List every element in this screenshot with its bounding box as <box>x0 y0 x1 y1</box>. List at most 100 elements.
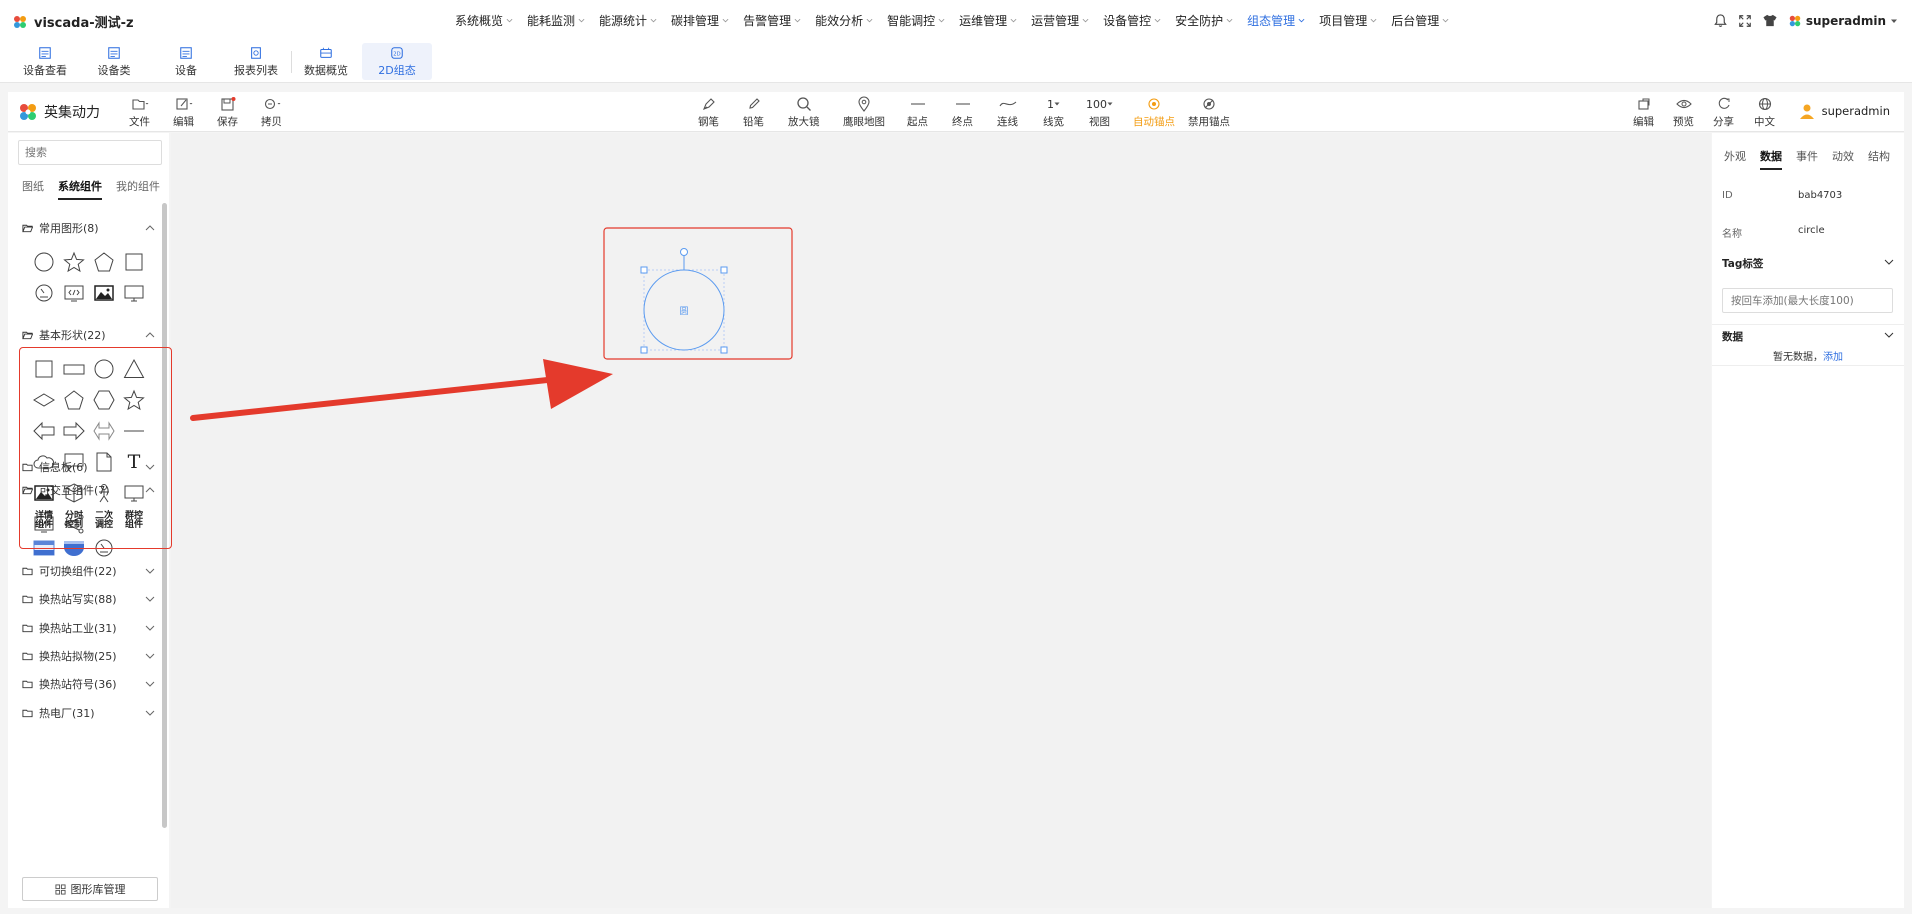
group-mimic[interactable]: 换热站拟物(25) <box>8 645 169 667</box>
tab-appearance[interactable]: 外观 <box>1724 148 1746 170</box>
shape-double-arrow[interactable] <box>89 415 119 446</box>
module-device[interactable]: 设备 <box>158 43 214 80</box>
view-zoom-tool[interactable]: 100 视图 <box>1086 96 1113 129</box>
nav-item-carbon[interactable]: 碳排管理 <box>664 12 736 29</box>
start-point-tool[interactable]: 起点 <box>907 96 928 129</box>
comp-detail[interactable]: 详情组件 <box>29 507 59 535</box>
disable-anchor-tool[interactable]: 禁用锚点 <box>1188 96 1230 129</box>
preview-button[interactable]: 预览 <box>1673 96 1694 129</box>
comp-gauge[interactable] <box>89 535 119 561</box>
tab-events[interactable]: 事件 <box>1796 148 1818 170</box>
tag-section-header[interactable]: Tag标签 <box>1722 256 1898 271</box>
comp-timeshare[interactable]: 分时控制 <box>59 507 89 535</box>
module-data-overview[interactable]: 数据概览 <box>298 43 354 80</box>
copy-menu-button[interactable]: 拷贝 <box>261 96 282 129</box>
group-switchable[interactable]: 可切换组件(22) <box>8 560 169 582</box>
language-button[interactable]: 中文 <box>1754 96 1775 129</box>
group-info-board[interactable]: 信息板(6) <box>8 456 169 478</box>
tab-structure[interactable]: 结构 <box>1868 148 1890 170</box>
nav-item-admin[interactable]: 后台管理 <box>1384 12 1456 29</box>
connect-line-tool[interactable]: 连线 <box>997 96 1018 129</box>
resize-handle-bl[interactable] <box>640 346 648 354</box>
comp-bowl-panel[interactable] <box>59 535 89 561</box>
nav-item-alarm[interactable]: 告警管理 <box>736 12 808 29</box>
group-interactive[interactable]: 可交互组件(7) <box>8 479 169 501</box>
nav-item-operation[interactable]: 运营管理 <box>1024 12 1096 29</box>
auto-anchor-tool[interactable]: 自动锚点 <box>1133 96 1175 129</box>
nav-item-control[interactable]: 智能调控 <box>880 12 952 29</box>
theme-shirt-icon[interactable] <box>1762 13 1778 28</box>
resize-handle-tl[interactable] <box>640 266 648 274</box>
edit-menu-button[interactable]: 编辑 <box>173 96 194 129</box>
module-device-view[interactable]: 设备查看 <box>14 43 76 80</box>
save-button[interactable]: 保存 <box>217 96 238 129</box>
shape-pentagon[interactable] <box>89 246 119 277</box>
data-section-header[interactable]: 数据 <box>1722 329 1898 344</box>
selected-circle-object[interactable]: 圆 <box>640 248 728 354</box>
magnifier-tool[interactable]: 放大镜 <box>788 96 820 129</box>
shape-hexagon[interactable] <box>89 384 119 415</box>
shape-image[interactable] <box>89 277 119 308</box>
shape-gauge[interactable] <box>29 277 59 308</box>
shape-star-basic[interactable] <box>119 384 149 415</box>
library-manage-button[interactable]: 图形库管理 <box>22 877 158 901</box>
panel-scrollbar[interactable] <box>162 203 167 828</box>
nav-item-project[interactable]: 项目管理 <box>1312 12 1384 29</box>
module-2d-config[interactable]: 2D 2D组态 <box>362 43 432 80</box>
eagle-eye-map-tool[interactable]: 鹰眼地图 <box>843 96 885 129</box>
comp-blue-panel[interactable] <box>29 535 59 561</box>
tab-drawings[interactable]: 图纸 <box>22 178 44 200</box>
shape-square[interactable] <box>119 246 149 277</box>
tab-animation[interactable]: 动效 <box>1832 148 1854 170</box>
shape-rectangle[interactable] <box>29 353 59 384</box>
shape-left-arrow[interactable] <box>29 415 59 446</box>
nav-item-overview[interactable]: 系统概览 <box>448 12 520 29</box>
nav-item-maintenance[interactable]: 运维管理 <box>952 12 1024 29</box>
module-device-class[interactable]: 设备类 <box>86 43 142 80</box>
group-symbol[interactable]: 换热站符号(36) <box>8 673 169 695</box>
edit-mode-button[interactable]: 编辑 <box>1633 96 1654 129</box>
nav-item-monitor[interactable]: 能耗监测 <box>520 12 592 29</box>
tab-data[interactable]: 数据 <box>1760 148 1782 170</box>
module-report-list[interactable]: 报表列表 <box>226 43 286 80</box>
group-basic-shapes[interactable]: 基本形状(22) <box>8 324 169 346</box>
rotate-handle[interactable] <box>680 248 688 256</box>
tag-input[interactable] <box>1722 288 1893 313</box>
group-realistic[interactable]: 换热站写实(88) <box>8 588 169 610</box>
comp-group-control[interactable]: 群控组件 <box>119 507 149 535</box>
bell-icon[interactable] <box>1713 13 1728 28</box>
tab-system-components[interactable]: 系统组件 <box>58 178 102 200</box>
pen-tool[interactable]: 钢笔 <box>698 96 719 129</box>
group-common-shapes[interactable]: 常用图形(8) <box>8 217 169 239</box>
comp-secondary[interactable]: 二次调控 <box>89 507 119 535</box>
fullscreen-icon[interactable] <box>1738 14 1752 28</box>
shape-wide-rectangle[interactable] <box>59 353 89 384</box>
nav-item-efficiency[interactable]: 能效分析 <box>808 12 880 29</box>
share-button[interactable]: 分享 <box>1713 96 1734 129</box>
shape-triangle[interactable] <box>119 353 149 384</box>
shape-right-arrow[interactable] <box>59 415 89 446</box>
shape-circle-basic[interactable] <box>89 353 119 384</box>
nav-item-stats[interactable]: 能源统计 <box>592 12 664 29</box>
shape-code-screen[interactable] <box>59 277 89 308</box>
shape-diamond[interactable] <box>29 384 59 415</box>
nav-item-device[interactable]: 设备管控 <box>1096 12 1168 29</box>
drawing-canvas[interactable]: 圆 <box>171 133 1711 908</box>
file-menu-button[interactable]: 文件 <box>129 96 150 129</box>
resize-handle-br[interactable] <box>720 346 728 354</box>
nav-item-security[interactable]: 安全防护 <box>1168 12 1240 29</box>
end-point-tool[interactable]: 终点 <box>952 96 973 129</box>
shape-line[interactable] <box>119 415 149 446</box>
nav-item-config[interactable]: 组态管理 <box>1240 12 1312 29</box>
shape-star[interactable] <box>59 246 89 277</box>
add-data-link[interactable]: 添加 <box>1823 352 1843 363</box>
shape-pentagon-basic[interactable] <box>59 384 89 415</box>
user-menu[interactable]: superadmin <box>1788 14 1898 28</box>
group-industrial[interactable]: 换热站工业(31) <box>8 617 169 639</box>
app-logo[interactable]: viscada-测试-z <box>12 12 134 31</box>
resize-handle-tr[interactable] <box>720 266 728 274</box>
line-width-tool[interactable]: 1 线宽 <box>1043 96 1064 129</box>
tab-my-components[interactable]: 我的组件 <box>116 178 160 200</box>
pencil-tool[interactable]: 铅笔 <box>743 96 764 129</box>
component-search-input[interactable] <box>18 140 162 165</box>
